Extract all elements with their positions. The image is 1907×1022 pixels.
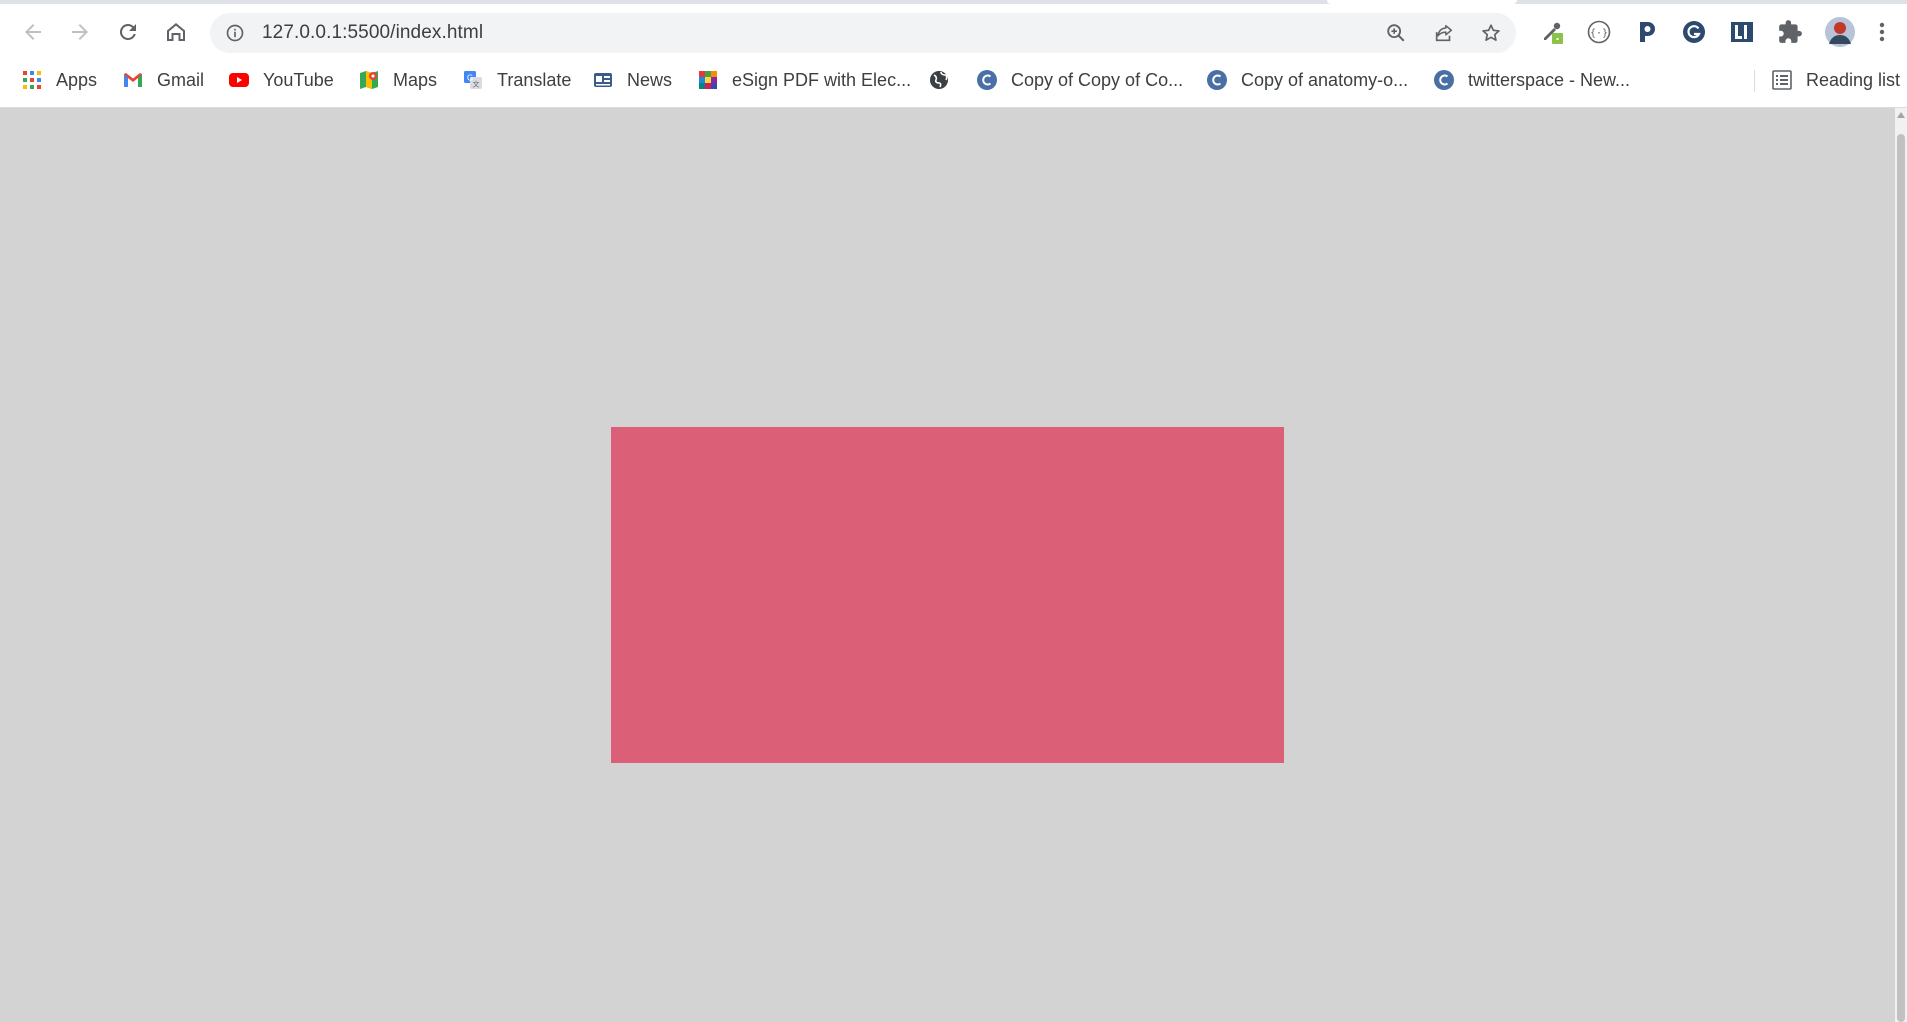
menu-button[interactable] bbox=[1872, 18, 1892, 46]
c-logo-icon bbox=[1433, 69, 1455, 91]
reading-list-button[interactable]: Reading list bbox=[1771, 66, 1900, 94]
bookmark-label: Translate bbox=[497, 69, 572, 90]
bookmark-translate[interactable]: G 文 Translate bbox=[462, 66, 571, 94]
maps-icon bbox=[358, 69, 380, 91]
apps-grid-icon bbox=[21, 69, 43, 91]
page-scrollbar[interactable] bbox=[1895, 108, 1907, 1022]
star-icon bbox=[1482, 24, 1500, 41]
news-icon bbox=[592, 69, 614, 91]
reload-icon bbox=[119, 23, 136, 40]
youtube-icon bbox=[228, 69, 250, 91]
bookmark-label: eSign PDF with Elec... bbox=[732, 69, 912, 90]
bookmark-maps[interactable]: Maps bbox=[358, 66, 437, 94]
bookmark-apps[interactable]: Apps bbox=[21, 66, 97, 94]
c-logo-icon bbox=[1206, 69, 1228, 91]
bookmark-globe[interactable] bbox=[928, 66, 950, 94]
page-viewport bbox=[0, 108, 1895, 1022]
browser-toolbar: 127.0.0.1:5500/index.html {·} bbox=[0, 4, 1907, 60]
grammarly-icon bbox=[1683, 21, 1705, 43]
bookmark-gmail[interactable]: Gmail bbox=[122, 66, 204, 94]
globe-icon bbox=[928, 69, 950, 91]
extensions-button[interactable] bbox=[1776, 18, 1804, 46]
extension-p[interactable] bbox=[1633, 18, 1661, 46]
extension-grammarly[interactable] bbox=[1680, 18, 1708, 46]
bookmarks-bar: Apps Gmail YouTube Maps G 文 Translate Ne… bbox=[0, 60, 1907, 100]
pink-box bbox=[611, 427, 1284, 763]
bookmark-label: Copy of anatomy-o... bbox=[1241, 69, 1409, 90]
bookmark-twitterspace[interactable]: twitterspace - New... bbox=[1433, 66, 1630, 94]
profile-avatar[interactable] bbox=[1824, 16, 1856, 48]
bookmark-copy-of-copy[interactable]: Copy of Copy of Co... bbox=[976, 66, 1183, 94]
bookmark-label: Apps bbox=[56, 69, 98, 90]
reading-list-label: Reading list bbox=[1806, 69, 1901, 90]
c-logo-icon bbox=[976, 69, 998, 91]
bookmark-esign[interactable]: eSign PDF with Elec... bbox=[697, 66, 911, 94]
svg-text:文: 文 bbox=[473, 80, 480, 89]
bookmark-label: News bbox=[627, 69, 673, 90]
home-icon bbox=[167, 23, 185, 41]
kebab-menu-icon bbox=[1879, 22, 1885, 42]
share-icon bbox=[1435, 24, 1453, 42]
home-button[interactable] bbox=[158, 14, 194, 50]
arrow-left-icon bbox=[25, 24, 41, 40]
back-button[interactable] bbox=[15, 14, 51, 50]
arrow-right-icon bbox=[72, 24, 88, 40]
bookmark-label: twitterspace - New... bbox=[1468, 69, 1631, 90]
bookmark-star-button[interactable] bbox=[1479, 21, 1503, 45]
bookmark-anatomy[interactable]: Copy of anatomy-o... bbox=[1206, 66, 1408, 94]
scrollbar-thumb[interactable] bbox=[1897, 134, 1905, 1022]
gmail-icon bbox=[122, 69, 144, 91]
bookmark-label: YouTube bbox=[263, 69, 334, 90]
reload-button[interactable] bbox=[110, 14, 146, 50]
info-icon[interactable] bbox=[225, 23, 245, 43]
extension-li[interactable] bbox=[1728, 18, 1756, 46]
browser-chrome: 127.0.0.1:5500/index.html {·} Apps Gmail… bbox=[0, 0, 1907, 108]
svg-text:{·}: {·} bbox=[1590, 28, 1608, 39]
bookmarks-divider bbox=[1754, 70, 1755, 92]
zoom-button[interactable] bbox=[1384, 21, 1408, 45]
bookmark-label: Copy of Copy of Co... bbox=[1011, 69, 1184, 90]
extension-json[interactable]: {·} bbox=[1585, 18, 1613, 46]
puzzle-icon bbox=[1779, 20, 1802, 43]
address-bar-url[interactable]: 127.0.0.1:5500/index.html bbox=[262, 13, 483, 53]
bookmark-label: Gmail bbox=[157, 69, 205, 90]
zoom-in-icon bbox=[1387, 24, 1405, 42]
eyedropper-icon bbox=[1544, 22, 1563, 44]
bookmark-label: Maps bbox=[393, 69, 438, 90]
share-button[interactable] bbox=[1432, 21, 1456, 45]
json-formatter-icon: {·} bbox=[1587, 20, 1611, 44]
esign-icon bbox=[697, 69, 719, 91]
bookmark-youtube[interactable]: YouTube bbox=[228, 66, 334, 94]
forward-button[interactable] bbox=[62, 14, 98, 50]
p-logo-icon bbox=[1640, 22, 1655, 42]
reading-list-icon bbox=[1771, 69, 1793, 91]
bookmark-news[interactable]: News bbox=[592, 66, 672, 94]
li-logo-icon bbox=[1731, 22, 1753, 42]
extension-colorpicker[interactable] bbox=[1538, 18, 1566, 46]
avatar-icon bbox=[1825, 17, 1855, 47]
scroll-up-arrow-icon[interactable] bbox=[1897, 112, 1905, 118]
translate-icon: G 文 bbox=[462, 69, 484, 91]
address-bar[interactable]: 127.0.0.1:5500/index.html bbox=[210, 13, 1516, 53]
